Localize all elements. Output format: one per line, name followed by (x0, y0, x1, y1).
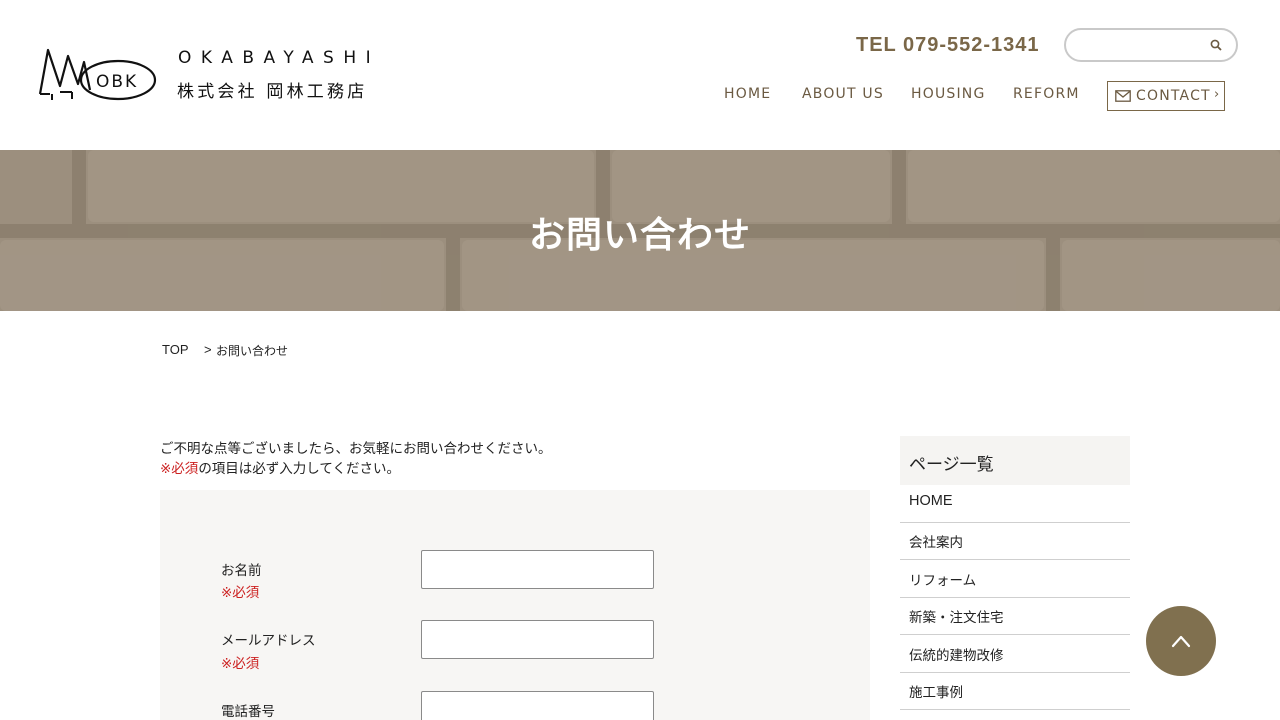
nav-reform[interactable]: REFORM (1013, 86, 1080, 102)
contact-form: お名前 ※必須 メールアドレス ※必須 電話番号 (160, 490, 870, 720)
sidebar-heading: ページ一覧 (900, 436, 1130, 485)
nav-about-us[interactable]: ABOUT US (802, 86, 884, 102)
sidebar-item-label: 伝統的建物改修 (909, 648, 1004, 664)
logo-name-en: OKABAYASHI (178, 48, 381, 68)
sidebar-item-reform[interactable]: リフォーム (900, 560, 1130, 598)
name-label: お名前 (221, 563, 262, 579)
name-required-badge: ※必須 (221, 585, 260, 601)
sidebar-heading-label: ページ一覧 (909, 455, 994, 475)
search-icon[interactable] (1210, 39, 1222, 51)
chevron-up-icon (1171, 635, 1191, 648)
sidebar-item-label: リフォーム (909, 573, 977, 589)
required-note: ※必須の項目は必ず入力してください。 (160, 457, 400, 477)
search-input[interactable] (1080, 35, 1200, 55)
required-mark: ※必須 (160, 461, 199, 477)
phone-label: 電話番号 (221, 704, 275, 720)
breadcrumb-separator: > (204, 342, 212, 357)
email-required-badge: ※必須 (221, 656, 260, 672)
email-label: メールアドレス (221, 633, 316, 649)
required-note-text: の項目は必ず入力してください。 (198, 461, 401, 477)
phone-field[interactable] (421, 691, 654, 720)
back-to-top-button[interactable] (1146, 606, 1216, 676)
sidebar-item-label: 会社案内 (909, 535, 963, 551)
mail-icon (1115, 90, 1131, 102)
chevron-right-icon: › (1214, 87, 1220, 102)
sidebar-item-traditional-renovation[interactable]: 伝統的建物改修 (900, 635, 1130, 673)
header-tel[interactable]: TEL 079-552-1341 (856, 34, 1040, 57)
contact-button[interactable]: CONTACT › (1107, 81, 1225, 111)
nav-home[interactable]: HOME (724, 86, 771, 102)
search-box (1064, 28, 1238, 62)
sidebar-item-label: 施工事例 (909, 685, 963, 701)
breadcrumb-top-link[interactable]: TOP (162, 342, 189, 357)
site-header: OBK OKABAYASHI 株式会社 岡林工務店 TEL 079-552-13… (0, 0, 1280, 150)
intro-text: ご不明な点等ございましたら、お気軽にお問い合わせください。 (160, 441, 552, 457)
sidebar-item-label: HOME (909, 493, 953, 509)
nav-housing[interactable]: HOUSING (911, 86, 986, 102)
sidebar-item-new-house[interactable]: 新築・注文住宅 (900, 597, 1130, 635)
sidebar-item-works[interactable]: 施工事例 (900, 672, 1130, 710)
email-field[interactable] (421, 620, 654, 659)
contact-button-label: CONTACT (1136, 88, 1211, 104)
page-title: お問い合わせ (528, 214, 751, 256)
name-field[interactable] (421, 550, 654, 589)
sidebar-item-label: 新築・注文住宅 (909, 610, 1004, 626)
sidebar-item-company[interactable]: 会社案内 (900, 522, 1130, 560)
sidebar-item-home[interactable]: HOME (900, 485, 1130, 523)
main-nav: HOME ABOUT US HOUSING REFORM (0, 86, 1280, 106)
breadcrumb-current: お問い合わせ (216, 344, 289, 358)
page-hero: お問い合わせ (0, 150, 1280, 311)
